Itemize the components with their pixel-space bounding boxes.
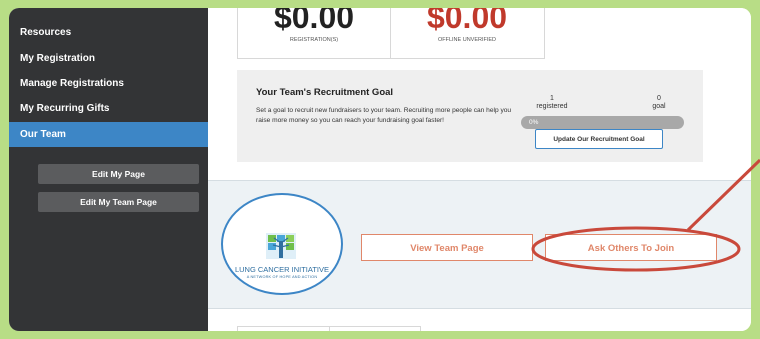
sidebar-item-my-recurring-gifts[interactable]: My Recurring Gifts xyxy=(9,96,208,121)
offline-label: OFFLINE UNVERIFIED xyxy=(437,37,497,43)
team-section: LUNG CANCER INITIATIVE A NETWORK OF HOPE… xyxy=(208,180,751,309)
lower-tab-bar xyxy=(237,326,421,331)
tree-icon xyxy=(266,233,296,259)
ask-others-to-join-button[interactable]: Ask Others To Join xyxy=(545,234,717,261)
goal-value: 0 xyxy=(657,95,661,102)
edit-my-page-button[interactable]: Edit My Page xyxy=(38,164,199,184)
tab-divider xyxy=(329,327,330,331)
stat-registrations: $0.00 REGISTRATION(S) xyxy=(238,8,390,58)
sidebar-item-my-donations-cutoff[interactable] xyxy=(9,8,208,19)
team-logo: LUNG CANCER INITIATIVE A NETWORK OF HOPE… xyxy=(221,193,343,295)
goal-title: Your Team's Recruitment Goal xyxy=(256,87,394,98)
sidebar-item-manage-registrations[interactable]: Manage Registrations xyxy=(9,71,208,96)
logo-tagline: A NETWORK OF HOPE AND ACTION xyxy=(246,275,318,279)
update-recruitment-goal-button[interactable]: Update Our Recruitment Goal xyxy=(535,129,663,149)
offline-amount: $0.00 xyxy=(426,8,508,35)
goal-description: Set a goal to recruit new fundraisers to… xyxy=(256,107,512,124)
sidebar-item-our-team[interactable]: Our Team xyxy=(9,122,208,147)
stats-summary: $0.00 REGISTRATION(S) $0.00 OFFLINE UNVE… xyxy=(237,8,545,59)
stat-offline-unverified: $0.00 OFFLINE UNVERIFIED xyxy=(391,8,543,58)
sidebar-item-my-registration[interactable]: My Registration xyxy=(9,46,208,71)
registrations-amount: $0.00 xyxy=(273,8,355,35)
registrations-label: REGISTRATION(S) xyxy=(289,37,339,43)
recruitment-progress-bar: 0% xyxy=(521,116,684,129)
registered-label: registered xyxy=(536,103,568,110)
app-window: Resources My Registration Manage Registr… xyxy=(9,8,751,331)
logo-name: LUNG CANCER INITIATIVE xyxy=(234,265,330,274)
goal-label: goal xyxy=(652,103,666,110)
view-team-page-button[interactable]: View Team Page xyxy=(361,234,533,261)
sidebar-item-resources[interactable]: Resources xyxy=(9,20,208,45)
main-content: $0.00 REGISTRATION(S) $0.00 OFFLINE UNVE… xyxy=(208,8,751,331)
sidebar: Resources My Registration Manage Registr… xyxy=(9,8,208,331)
registered-value: 1 xyxy=(550,95,554,102)
progress-label: 0% xyxy=(529,119,539,126)
registered-stat: 1 registered xyxy=(527,95,577,111)
goal-stat: 0 goal xyxy=(639,95,679,111)
edit-my-team-page-button[interactable]: Edit My Team Page xyxy=(38,192,199,212)
